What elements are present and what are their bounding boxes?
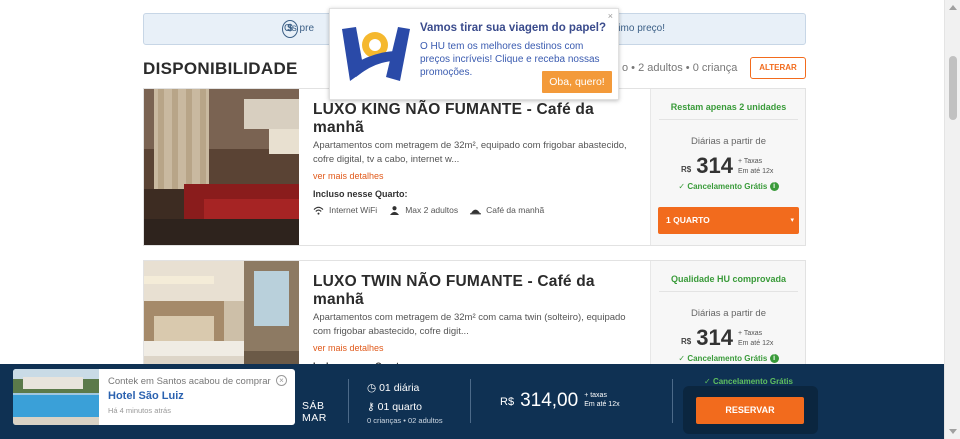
- checkin-date: SÁB MAR: [302, 400, 327, 424]
- key-icon: ⚷: [367, 401, 375, 413]
- room-title[interactable]: LUXO KING NÃO FUMANTE - Café da manhã: [313, 101, 633, 137]
- currency: R$: [681, 337, 692, 346]
- price-amount: 314,00: [520, 390, 579, 411]
- info-icon[interactable]: i: [769, 182, 779, 192]
- amenity-item: Max 2 adultos: [389, 205, 458, 215]
- promo-accept-button[interactable]: Oba, quero!: [542, 71, 612, 93]
- scroll-thumb[interactable]: [949, 56, 957, 120]
- caret-down-icon: ▾: [790, 217, 794, 224]
- check-icon: ✓: [704, 377, 711, 386]
- daily-label: Diárias a partir de: [691, 308, 766, 319]
- room-photo[interactable]: [144, 89, 299, 245]
- price-extra: + Taxas Em até 12x: [738, 157, 773, 177]
- total-price: R$ 314,00 + taxas Em até 12x: [500, 391, 620, 410]
- date-month: MAR: [302, 412, 327, 424]
- booking-bar: Contek em Santos acabou de comprar Hotel…: [0, 364, 949, 439]
- amenity-label: Max 2 adultos: [405, 205, 459, 215]
- person-icon: [390, 205, 400, 215]
- more-details-link[interactable]: ver mais detalhes: [313, 343, 633, 353]
- clock-icon: ◷: [367, 382, 377, 394]
- amenity-item: Internet WiFi: [313, 205, 377, 215]
- reserve-container: RESERVAR: [683, 386, 818, 434]
- availability-badge: Restam apenas 2 unidades: [670, 102, 787, 112]
- price-box: Restam apenas 2 unidades Diárias a parti…: [650, 89, 805, 245]
- amenity-label: Café da manhã: [486, 205, 545, 215]
- room-card: LUXO KING NÃO FUMANTE - Café da manhã Ap…: [143, 88, 806, 246]
- price-row: R$ 314 + Taxas Em até 12x: [681, 327, 773, 349]
- price-row: R$ 314 + Taxas Em até 12x: [681, 155, 773, 177]
- notification-text: Contek em Santos acabou de comprar: [108, 376, 271, 387]
- price-extra: + Taxas Em até 12x: [738, 329, 773, 349]
- amenity-item: Café da manhã: [470, 205, 544, 215]
- banner-text-right: timo preço!: [615, 23, 665, 34]
- guests-summary: o • 2 adultos • 0 criança: [622, 62, 738, 74]
- close-icon[interactable]: ×: [608, 11, 613, 21]
- notification-time: Há 4 minutos atrás: [108, 406, 171, 415]
- hotel-thumbnail: [13, 369, 99, 425]
- included-label: Incluso nesse Quarto:: [313, 189, 408, 199]
- price-extra: + taxas Em até 12x: [584, 392, 619, 410]
- room-description: Apartamentos com metragem de 32m², equip…: [313, 140, 627, 165]
- room-description: Apartamentos com metragem de 32m² com ca…: [313, 312, 626, 337]
- price-value: 314: [696, 153, 733, 178]
- date-day: SÁB: [302, 400, 325, 412]
- cancel-label: Cancelamento Grátis: [687, 182, 768, 191]
- cancel-label: Cancelamento Grátis: [687, 354, 768, 363]
- close-icon[interactable]: ×: [276, 375, 287, 386]
- price-value: 314: [696, 325, 733, 350]
- divider: [659, 119, 798, 120]
- stay-summary: ◷ 01 diária ⚷ 01 quarto 0 crianças • 02 …: [367, 382, 443, 427]
- reserve-button[interactable]: RESERVAR: [696, 397, 804, 424]
- installments-label: Em até 12x: [584, 401, 620, 408]
- notification-hotel[interactable]: Hotel São Luiz: [108, 390, 184, 402]
- installments-label: Em até 12x: [737, 168, 774, 175]
- room-quantity-select[interactable]: 1 QUARTO ▾: [658, 207, 799, 234]
- more-details-link[interactable]: ver mais detalhes: [313, 171, 633, 181]
- promo-popup[interactable]: Vamos tirar sua viagem do papel? O HU te…: [329, 8, 619, 100]
- free-cancellation: ✓ Cancelamento Grátis i: [651, 182, 806, 192]
- currency: R$: [681, 165, 692, 174]
- scroll-down-icon[interactable]: [949, 429, 957, 434]
- nights-label: 01 diária: [379, 382, 420, 394]
- divider: [348, 379, 349, 423]
- divider: [672, 379, 673, 423]
- free-cancellation: ✓ Cancelamento Grátis i: [651, 354, 806, 364]
- hotel-availability-page: $ Os pre timo preço! DISPONIBILIDADE o •…: [0, 0, 960, 439]
- promo-title: Vamos tirar sua viagem do papel?: [420, 22, 606, 34]
- hu-logo-icon: [342, 27, 410, 81]
- wifi-icon: [313, 206, 324, 215]
- section-title: DISPONIBILIDADE: [143, 59, 298, 78]
- nights-row: ◷ 01 diária: [367, 382, 443, 395]
- check-icon: ✓: [678, 354, 686, 363]
- taxes-label: + Taxas: [737, 158, 763, 165]
- guests-label: 0 crianças • 02 adultos: [367, 416, 443, 425]
- installments-label: Em até 12x: [737, 340, 774, 347]
- scroll-up-icon[interactable]: [949, 5, 957, 10]
- scrollbar[interactable]: [944, 0, 960, 439]
- divider: [659, 291, 798, 292]
- divider: [470, 379, 471, 423]
- amenities-list: Internet WiFi Max 2 adultos Café da manh…: [313, 205, 633, 215]
- rooms-label: 01 quarto: [377, 401, 422, 413]
- check-icon: ✓: [678, 182, 686, 191]
- cancel-label: Cancelamento Grátis: [712, 377, 793, 386]
- currency: R$: [500, 396, 515, 408]
- purchase-notification[interactable]: Contek em Santos acabou de comprar Hotel…: [13, 369, 295, 425]
- cloche-icon: [470, 209, 482, 214]
- taxes-label: + Taxas: [737, 330, 763, 337]
- rooms-row: ⚷ 01 quarto: [367, 401, 443, 414]
- free-cancellation: ✓ Cancelamento Grátis: [704, 377, 793, 386]
- quality-badge: Qualidade HU comprovada: [670, 274, 787, 284]
- banner-text-left: Os pre: [284, 23, 315, 34]
- info-icon[interactable]: i: [769, 354, 779, 364]
- room-quantity-value: 1 QUARTO: [666, 215, 710, 225]
- daily-label: Diárias a partir de: [691, 136, 766, 147]
- taxes-label: + taxas: [584, 392, 607, 399]
- room-title[interactable]: LUXO TWIN NÃO FUMANTE - Café da manhã: [313, 273, 633, 309]
- amenity-label: Internet WiFi: [329, 205, 378, 215]
- alterar-button[interactable]: ALTERAR: [750, 57, 806, 79]
